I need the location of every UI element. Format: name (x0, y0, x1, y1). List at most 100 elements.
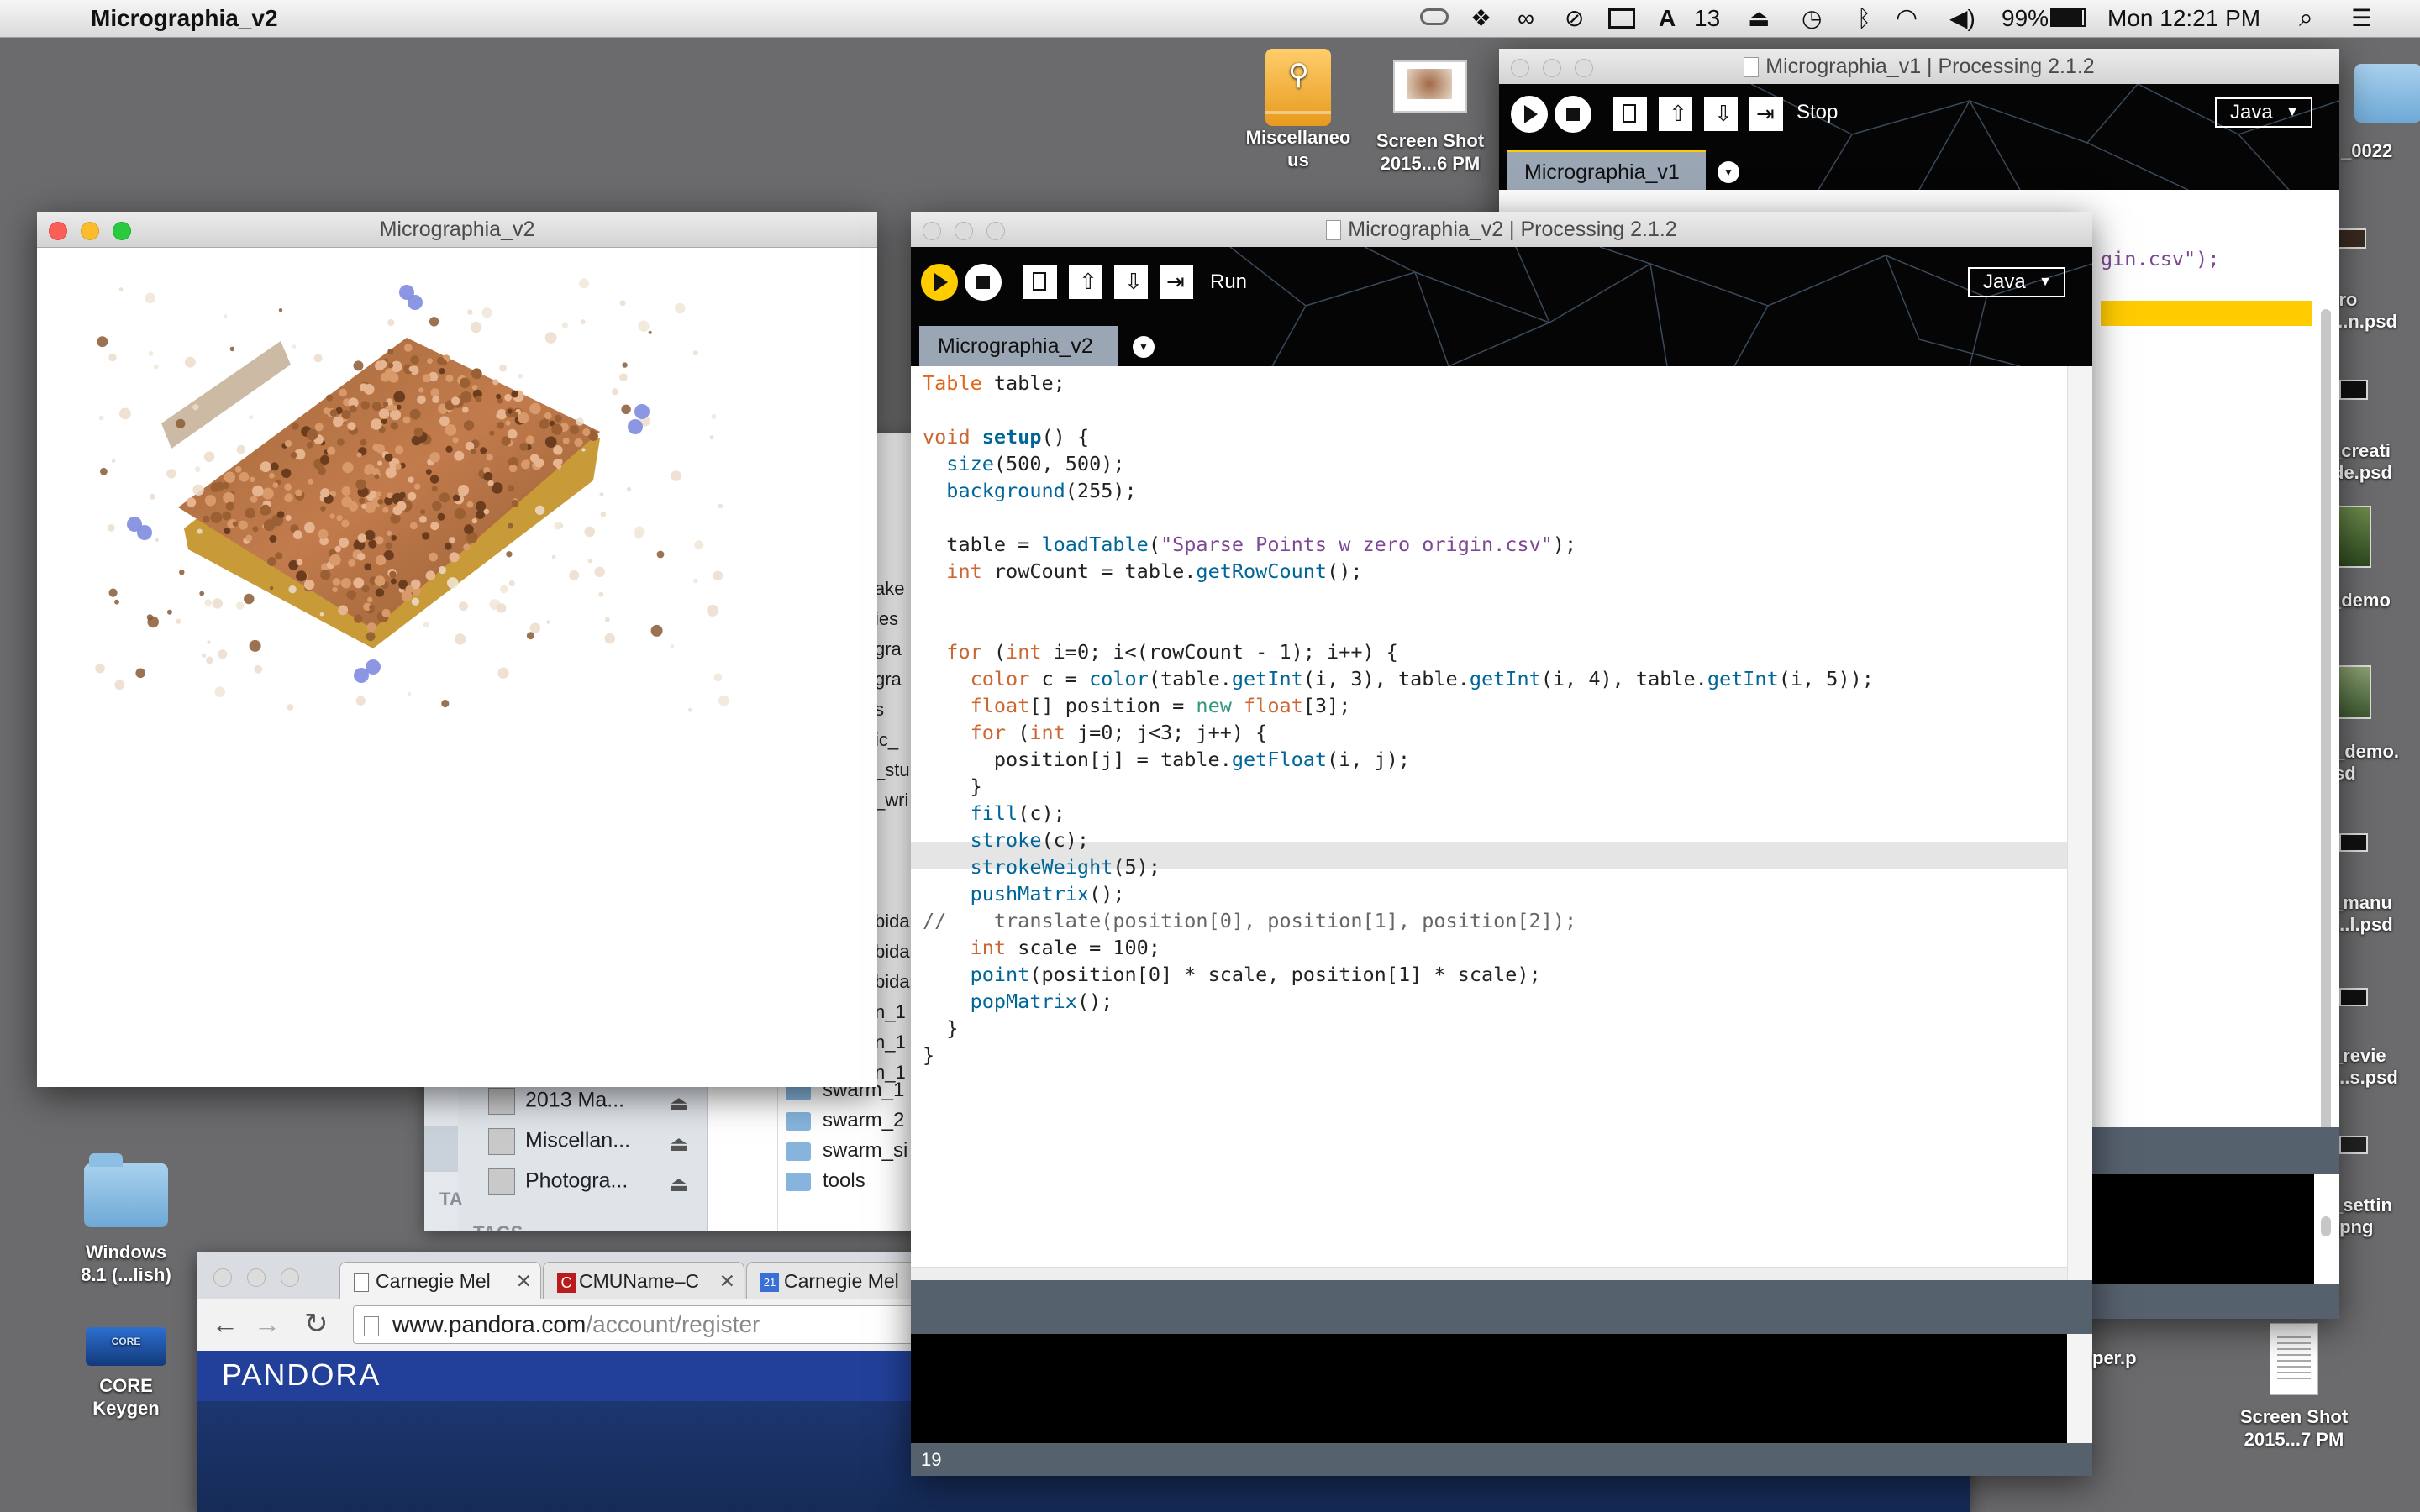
new-icon[interactable] (1613, 97, 1647, 131)
zoom-button[interactable] (1575, 59, 1593, 77)
minimize-button[interactable] (1543, 59, 1561, 77)
open-icon[interactable]: ⇧ (1069, 265, 1102, 299)
pointcloud-dot (411, 435, 422, 446)
pointcloud-dot (508, 580, 515, 586)
close-tab-icon[interactable]: ✕ (516, 1263, 532, 1299)
sync-icon[interactable]: ⊘ (1565, 0, 1584, 37)
export-icon[interactable]: ⇥ (1749, 97, 1783, 131)
pointcloud-dot (372, 444, 381, 452)
spotlight-search-icon[interactable]: ⌕ (2299, 0, 2313, 37)
pointcloud-dot (392, 505, 402, 516)
stop-button[interactable] (1555, 96, 1591, 133)
pointcloud-dot (390, 578, 397, 585)
display-icon[interactable] (1608, 8, 1635, 29)
desktop-icon-windows[interactable]: Windows 8.1 (...lish) (59, 1153, 193, 1286)
pointcloud-dot (360, 401, 370, 410)
pointcloud-dot (348, 559, 356, 567)
pointcloud-dot (329, 554, 341, 566)
list-item[interactable]: tools (786, 1166, 929, 1196)
bluetooth-icon[interactable]: ᛒ (1857, 0, 1871, 37)
notification-center-icon[interactable]: ☰ (2351, 0, 2372, 37)
minimize-button[interactable] (81, 222, 99, 240)
code-line: } (923, 1043, 935, 1067)
time-machine-icon[interactable]: ◷ (1802, 0, 1822, 37)
close-button[interactable] (49, 222, 67, 240)
pointcloud-dot (432, 501, 442, 512)
sketch-canvas[interactable] (37, 247, 877, 1087)
pointcloud-dot (500, 585, 508, 594)
list-item[interactable]: swarm_2 (786, 1105, 929, 1136)
dropbox-icon[interactable]: ❖ (1470, 0, 1491, 37)
tab-sketch[interactable]: Micrographia_v1 (1507, 150, 1706, 190)
eject-icon[interactable]: ⏏ (669, 1091, 689, 1116)
tab-menu-button[interactable]: ▼ (1133, 336, 1155, 358)
finder-sidebar-item[interactable]: Miscellan... ⏏ (488, 1128, 707, 1162)
wifi-icon[interactable]: ◠ (1896, 0, 1918, 37)
desktop-icon-core-keygen[interactable]: CORE CORE Keygen (67, 1327, 185, 1420)
splitter[interactable] (911, 1267, 2067, 1281)
stop-button[interactable] (965, 264, 1002, 301)
pointcloud-dot (621, 404, 631, 414)
browser-tab[interactable]: Carnegie Mel ✕ (339, 1262, 541, 1299)
pointcloud-dot (447, 577, 459, 589)
pointcloud-dot (249, 639, 261, 652)
export-icon[interactable]: ⇥ (1160, 265, 1193, 299)
clock[interactable]: Mon 12:21 PM (2107, 0, 2260, 37)
cloud-icon[interactable] (1420, 8, 1449, 25)
pointcloud-dot (326, 394, 334, 402)
close-button[interactable] (213, 1268, 232, 1287)
vertical-scrollbar[interactable] (2321, 309, 2331, 1149)
adobe-icon[interactable]: A (1659, 0, 1676, 37)
back-icon[interactable]: ← (212, 1309, 239, 1340)
finder-sidebar-item[interactable]: Photogra... ⏏ (488, 1168, 707, 1202)
desktop-icon-miscellaneous[interactable]: ⚲ Miscellaneo us (1235, 49, 1361, 171)
close-tab-icon[interactable]: ✕ (719, 1263, 735, 1299)
airplay-icon[interactable]: ⏏ (1748, 0, 1770, 37)
tab-sketch[interactable]: Micrographia_v2 (919, 326, 1118, 366)
zoom-button[interactable] (113, 222, 131, 240)
scroll-tick[interactable] (2321, 1216, 2331, 1236)
desktop-icon-screenshot-1[interactable]: Screen Shot 2015...6 PM (1367, 60, 1493, 175)
zoom-button[interactable] (986, 222, 1005, 240)
close-button[interactable] (923, 222, 941, 240)
code-line: // translate(position[0], position[1], p… (923, 909, 1577, 932)
mode-selector[interactable]: Java ▼ (1968, 267, 2065, 297)
finder-sidebar-item[interactable]: 2013 Ma... ⏏ (488, 1088, 707, 1121)
close-button[interactable] (1511, 59, 1529, 77)
run-button[interactable] (921, 264, 958, 301)
pointcloud-dot (496, 412, 502, 419)
eject-icon[interactable]: ⏏ (669, 1172, 689, 1197)
desktop-icon-folder-0022[interactable]: _0022 (2336, 64, 2420, 162)
open-icon[interactable]: ⇧ (1659, 97, 1692, 131)
list-item[interactable]: swarm_si (786, 1136, 929, 1166)
desktop-icon-label: Miscellaneo us (1245, 127, 1351, 171)
pandora-logo[interactable]: PANDORA (222, 1357, 381, 1393)
run-button[interactable] (1511, 96, 1548, 133)
minimize-button[interactable] (955, 222, 973, 240)
app-name-menu[interactable]: Micrographia_v2 (91, 0, 278, 37)
pointcloud-dot (410, 355, 420, 365)
pointcloud-dot (306, 428, 318, 441)
forward-icon[interactable]: → (254, 1309, 281, 1340)
mode-selector[interactable]: Java ▼ (2215, 97, 2312, 128)
new-icon[interactable] (1023, 265, 1057, 299)
pointcloud-dot (118, 287, 124, 291)
tab-menu-button[interactable]: ▼ (1718, 161, 1739, 183)
pointcloud-dot (544, 412, 552, 420)
volume-icon[interactable]: ◀) (1949, 0, 1975, 37)
pointcloud-dot (604, 633, 616, 644)
console-scrollbar[interactable] (2067, 1334, 2092, 1443)
eject-icon[interactable]: ⏏ (669, 1131, 689, 1157)
creative-cloud-icon[interactable]: ∞ (1518, 0, 1534, 37)
minimize-button[interactable] (247, 1268, 266, 1287)
pointcloud-dot (313, 354, 323, 363)
zoom-button[interactable] (281, 1268, 299, 1287)
desktop-icon-screenshot-2[interactable]: Screen Shot 2015...7 PM (2227, 1323, 2361, 1451)
battery-percent[interactable]: 99% (2002, 0, 2049, 37)
pointcloud-dot (437, 512, 445, 521)
save-icon[interactable]: ⇩ (1704, 97, 1738, 131)
browser-tab[interactable]: C CMUName–C ✕ (543, 1262, 744, 1299)
save-icon[interactable]: ⇩ (1114, 265, 1148, 299)
battery-icon[interactable] (2050, 8, 2086, 27)
reload-icon[interactable]: ↻ (304, 1307, 329, 1341)
